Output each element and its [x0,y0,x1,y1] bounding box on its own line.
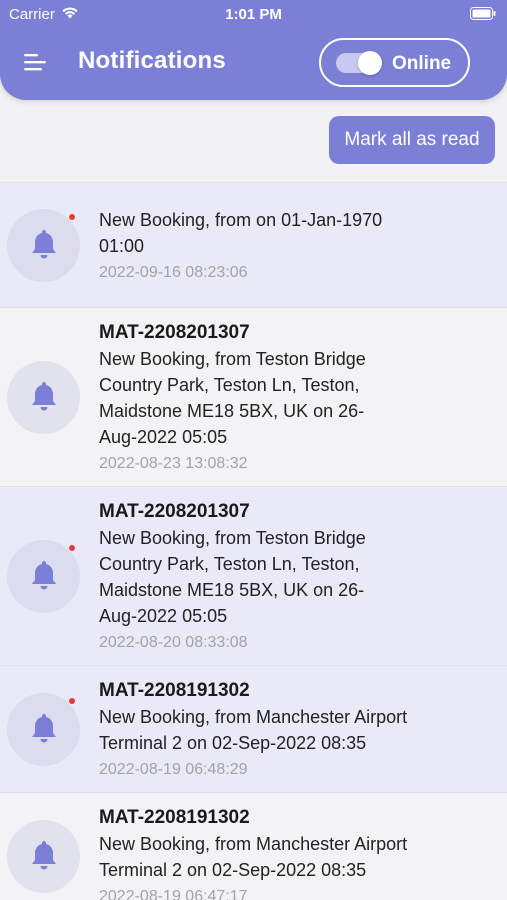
notification-content: MAT-2208201307 New Booking, from Teston B… [99,499,499,654]
notification-row[interactable]: MAT-2208201307 New Booking, from Teston B… [0,486,507,665]
notification-timestamp: 2022-09-16 08:23:06 [99,264,248,281]
bell-icon [30,380,58,412]
mark-all-read-button[interactable]: Mark all as read [329,116,495,164]
notification-message: Country Park, Teston Ln, Teston, [99,375,360,395]
online-switch[interactable] [336,51,382,75]
bell-icon [30,559,58,591]
clock: 1:01 PM [225,6,282,23]
notification-content: MAT-2208201307 New Booking, from Teston B… [99,320,499,475]
bell-icon [30,839,58,871]
notification-message: Country Park, Teston Ln, Teston, [99,554,360,574]
notification-row[interactable]: MAT-2208201307 New Booking, from Teston B… [0,307,507,486]
notification-message: New Booking, from Teston Bridge [99,528,366,548]
notification-message: New Booking, from Manchester Airport [99,707,408,727]
notification-message: New Booking, from on 01-Jan-1970 [99,210,383,230]
notification-timestamp: 2022-08-20 08:33:08 [99,634,248,651]
booking-reference: MAT-2208201307 [99,501,250,522]
notification-message: Terminal 2 on 02-Sep-2022 08:35 [99,733,367,753]
page-title: Notifications [78,47,226,74]
battery-icon [470,7,496,20]
notification-timestamp: 2022-08-19 06:48:29 [99,761,248,778]
booking-reference: MAT-2208191302 [99,680,250,701]
notification-content: New Booking, from on 01-Jan-1970 01:00 202… [99,207,499,284]
notification-message: New Booking, from Manchester Airport [99,834,408,854]
online-label: Online [392,53,452,74]
notification-message: Aug-2022 05:05 [99,606,228,626]
notification-list: New Booking, from on 01-Jan-1970 01:00 202… [0,182,507,900]
menu-icon[interactable] [24,52,48,72]
unread-dot [69,214,75,220]
notification-message: 01:00 [99,236,145,256]
notification-row[interactable]: MAT-2208191302 New Booking, from Manchest… [0,665,507,792]
status-bar: Carrier 1:01 PM [0,0,507,28]
notification-message: Maidstone ME18 5BX, UK on 26- [99,401,365,421]
bell-icon [30,228,58,260]
unread-dot [69,698,75,704]
app-header: Carrier 1:01 PM Notifications Online [0,0,507,100]
bell-icon [30,712,58,744]
online-toggle-button[interactable]: Online [319,38,470,87]
notification-avatar [7,361,80,434]
notification-avatar [7,540,80,613]
unread-dot [69,545,75,551]
notification-avatar [7,820,80,893]
notification-row[interactable]: MAT-2208191302 New Booking, from Manchest… [0,792,507,900]
notification-avatar [7,209,80,282]
notification-timestamp: 2022-08-23 13:08:32 [99,455,248,472]
notification-content: MAT-2208191302 New Booking, from Manchest… [99,805,499,900]
notification-message: New Booking, from Teston Bridge [99,349,366,369]
notification-message: Aug-2022 05:05 [99,427,228,447]
switch-knob [358,51,382,75]
notification-message: Maidstone ME18 5BX, UK on 26- [99,580,365,600]
booking-reference: MAT-2208201307 [99,322,250,343]
notification-content: MAT-2208191302 New Booking, from Manchest… [99,678,499,781]
notification-message: Terminal 2 on 02-Sep-2022 08:35 [99,860,367,880]
booking-reference: MAT-2208191302 [99,807,250,828]
notification-timestamp: 2022-08-19 06:47:17 [99,888,248,900]
notification-avatar [7,693,80,766]
notification-row[interactable]: New Booking, from on 01-Jan-1970 01:00 202… [0,182,507,307]
